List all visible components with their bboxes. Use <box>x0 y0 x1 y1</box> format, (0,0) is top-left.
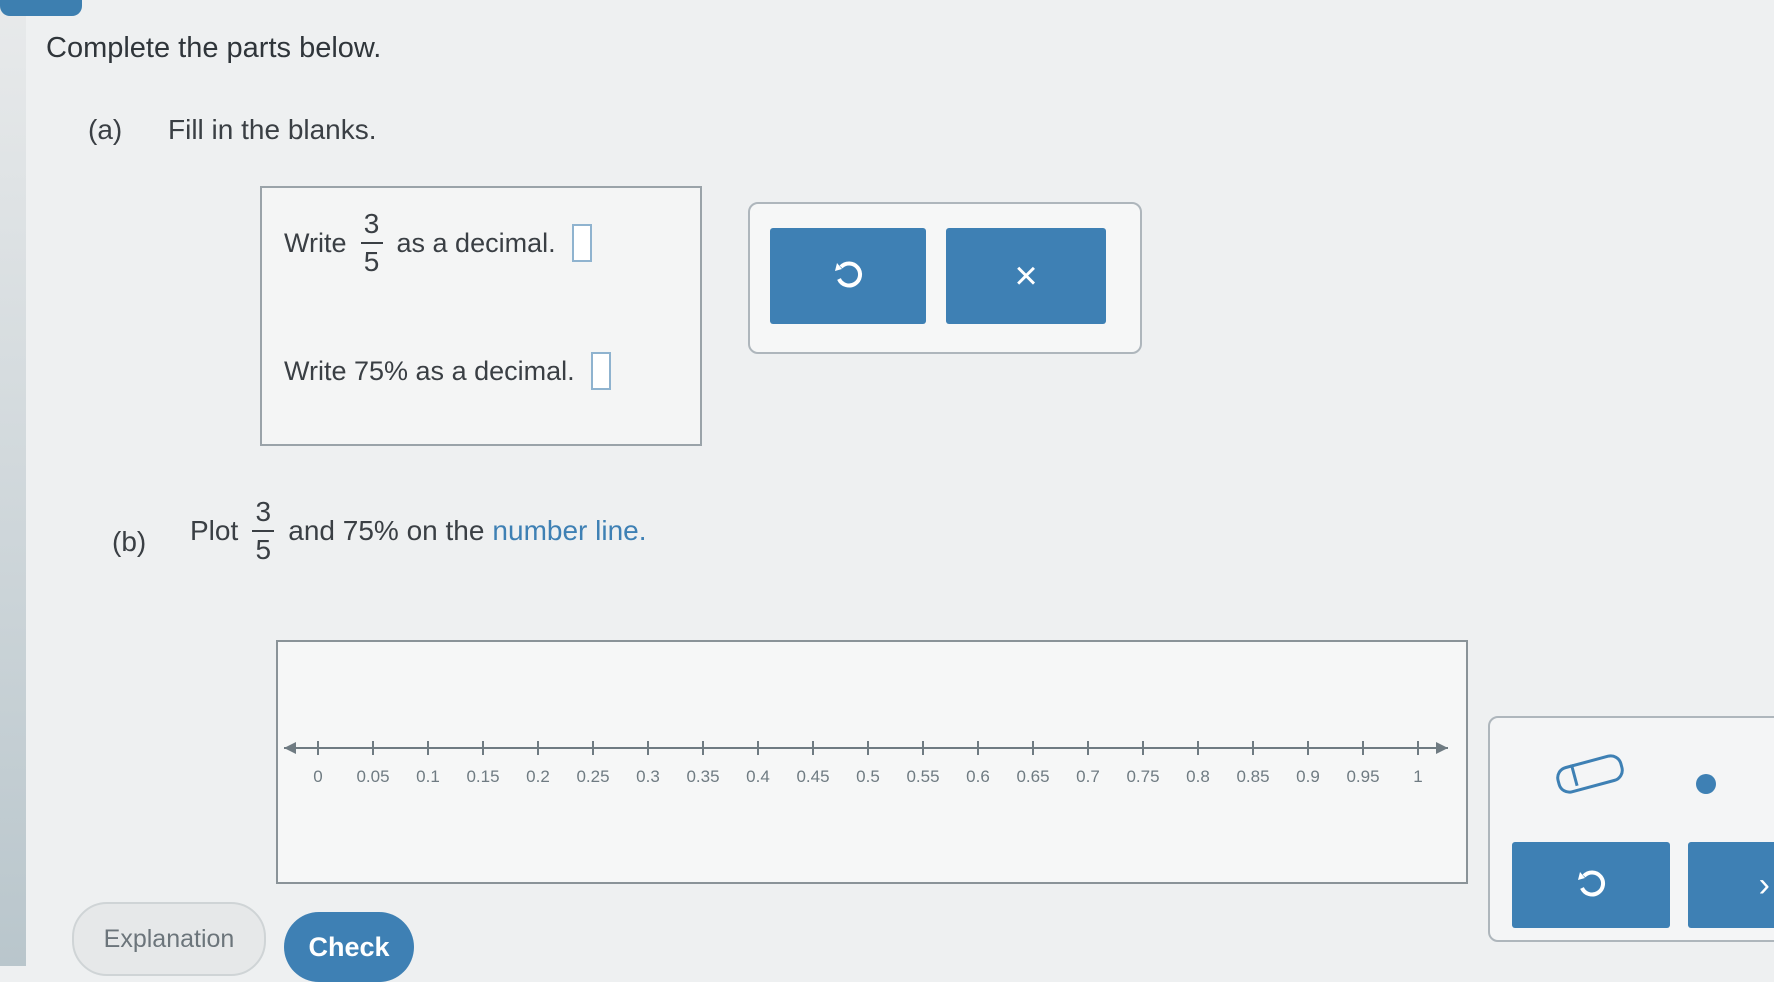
number-line-tick-label: 0.15 <box>466 767 499 786</box>
number-line-tick-label: 0.25 <box>576 767 609 786</box>
point-icon[interactable] <box>1696 774 1716 794</box>
number-line-tick-label: 0.2 <box>526 767 550 786</box>
number-line-tick-label: 0.75 <box>1126 767 1159 786</box>
number-line-panel: 0 0.05 0.1 0.15 0.2 0.25 0.3 0.35 0.4 0.45 0.5 0.55… <box>276 640 1468 884</box>
number-line-tick-label: 0.45 <box>796 767 829 786</box>
number-line-tick-label: 0.05 <box>356 767 389 786</box>
q1-prefix: Write <box>284 227 347 258</box>
part-b-prefix: Plot <box>190 515 239 546</box>
next-button[interactable]: › <box>1688 842 1774 928</box>
fraction-3-5: 3 5 <box>252 496 275 565</box>
number-line-toolbar: › <box>1488 716 1774 942</box>
number-line-link[interactable]: number line. <box>492 515 646 547</box>
number-line-tick-label: 0.5 <box>856 767 880 786</box>
number-line-tick-label: 0.9 <box>1296 767 1320 786</box>
number-line[interactable]: 0 0.05 0.1 0.15 0.2 0.25 0.3 0.35 0.4 0.45 0.5 0.55… <box>278 642 1466 882</box>
undo-button[interactable] <box>770 228 926 324</box>
number-line-tick-label: 0.8 <box>1186 767 1210 786</box>
undo-button[interactable] <box>1512 842 1670 928</box>
fraction-numerator: 3 <box>363 208 380 239</box>
clear-button[interactable]: × <box>946 228 1106 324</box>
number-line-tick-label: 0.55 <box>906 767 939 786</box>
number-line-tick-label: 0.85 <box>1236 767 1269 786</box>
answer-input-2[interactable] <box>590 352 611 390</box>
part-a-instruction: Fill in the blanks. <box>168 114 377 145</box>
fill-in-toolbar: × <box>748 202 1142 354</box>
number-line-tick-label: 0.1 <box>416 767 440 786</box>
fraction-3-5: 3 5 <box>360 208 383 277</box>
pencil-icon[interactable] <box>1553 751 1627 797</box>
number-line-tick-label: 0.6 <box>966 767 990 786</box>
right-arrow-icon <box>1436 742 1448 754</box>
number-line-tick-label: 1 <box>1413 767 1422 786</box>
fraction-denominator: 5 <box>363 246 380 277</box>
number-line-tick-label: 0.95 <box>1346 767 1379 786</box>
undo-icon <box>1578 870 1606 897</box>
part-a-label: (a) <box>88 114 123 145</box>
part-b-label: (b) <box>112 526 147 557</box>
part-b-instruction: Plot 3 5 and 75% on the number line. <box>190 498 647 564</box>
number-line-tick-label: 0.65 <box>1016 767 1049 786</box>
fill-in-panel: Write 3 5 as a decimal. Write 75% as a d… <box>260 186 702 446</box>
number-line-tick-label: 0.35 <box>686 767 719 786</box>
left-arrow-icon <box>284 742 296 754</box>
fraction-numerator: 3 <box>255 496 272 527</box>
top-tab[interactable] <box>0 0 82 16</box>
number-line-tick-label: 0.4 <box>746 767 770 786</box>
left-edge <box>0 0 26 966</box>
part-b-suffix: and 75% on the <box>288 515 485 546</box>
undo-icon <box>835 261 863 288</box>
instruction-text: Complete the parts below. <box>46 32 382 64</box>
check-button[interactable]: Check <box>284 912 414 982</box>
question-1: Write 3 5 as a decimal. <box>284 210 592 276</box>
chevron-right-icon: › <box>1758 865 1770 904</box>
answer-input-1[interactable] <box>571 224 592 262</box>
number-line-tick-label: 0.7 <box>1076 767 1100 786</box>
fraction-denominator: 5 <box>255 534 272 565</box>
number-line-tick-label: 0.3 <box>636 767 660 786</box>
close-icon: × <box>1014 253 1038 298</box>
q1-suffix: as a decimal. <box>396 227 556 258</box>
number-line-tick-label: 0 <box>313 767 322 786</box>
explanation-button[interactable]: Explanation <box>72 902 266 976</box>
question-2: Write 75% as a decimal. <box>284 352 611 390</box>
q2-text: Write 75% as a decimal. <box>284 355 575 386</box>
